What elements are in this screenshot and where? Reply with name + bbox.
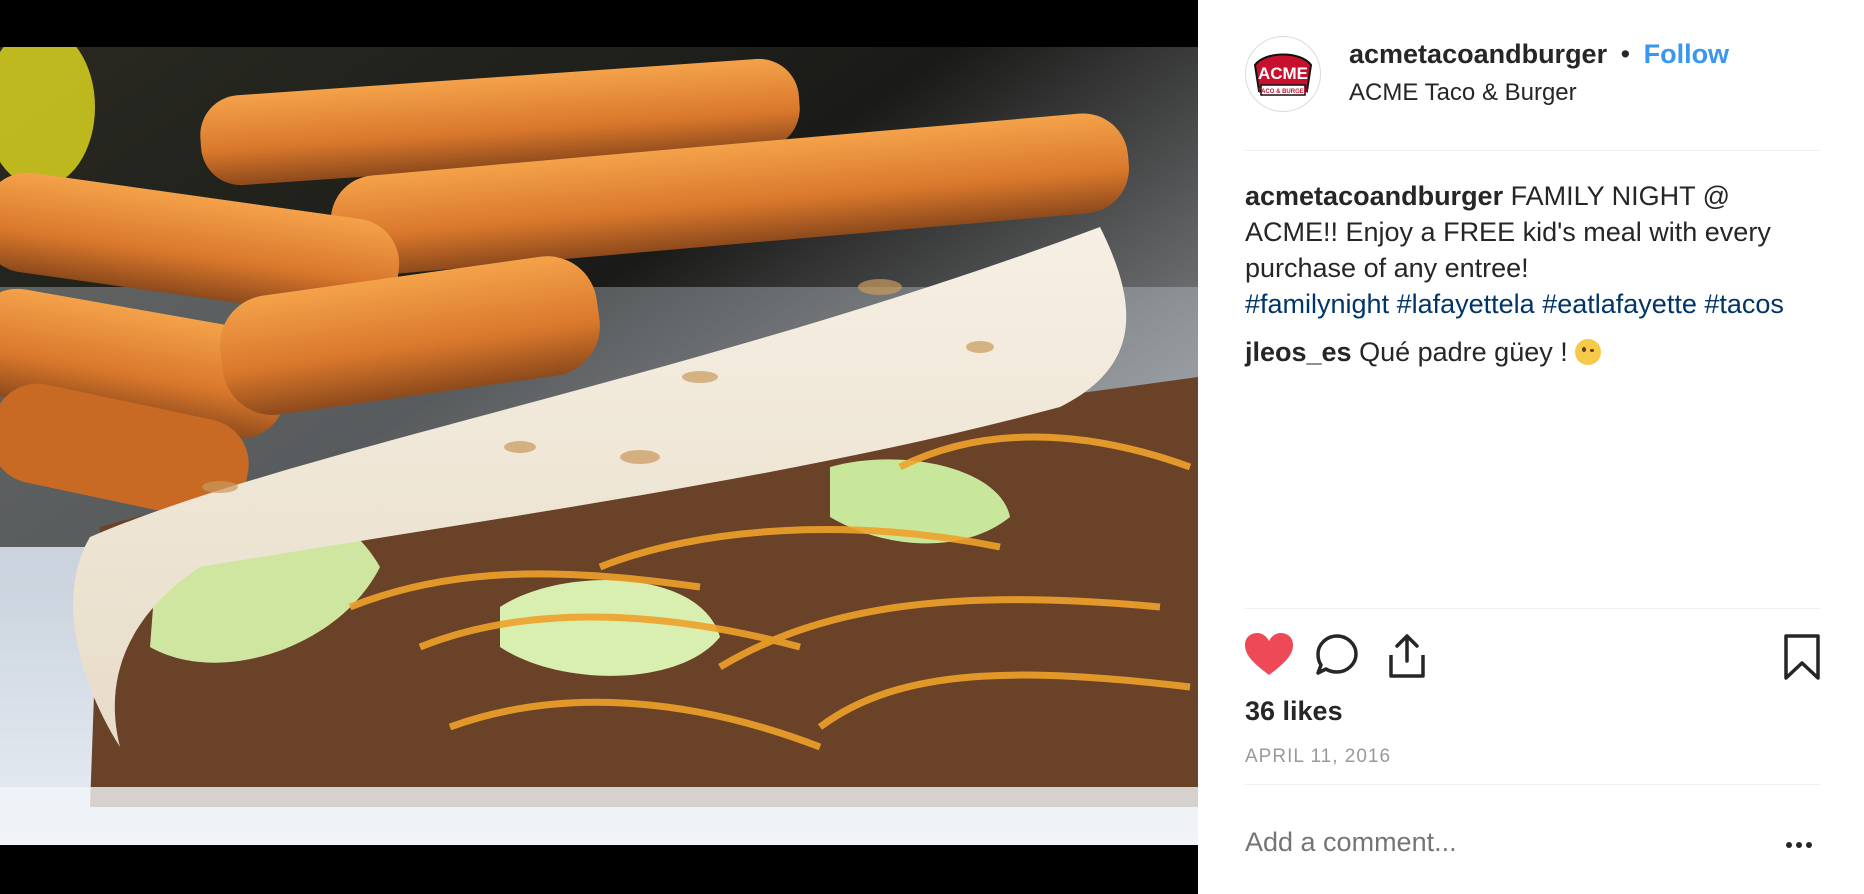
post-media [0, 0, 1198, 894]
author-username[interactable]: acmetacoandburger [1349, 39, 1607, 69]
winking-face-with-tongue-icon [1575, 339, 1602, 365]
share-icon[interactable] [1385, 633, 1429, 679]
action-bar [1245, 608, 1820, 703]
hashtag-link[interactable]: #familynight [1245, 289, 1389, 319]
comments-section: acmetacoandburger FAMILY NIGHT @ ACME!! … [1245, 178, 1820, 382]
comment-input[interactable] [1245, 827, 1725, 858]
comment-item: jleos_es Qué padre güey ! [1245, 334, 1820, 370]
comment-icon[interactable] [1315, 633, 1359, 677]
avatar[interactable]: ACME TACO & BURGER [1245, 36, 1321, 112]
post-sidebar: ACME TACO & BURGER acmetacoandburger • F… [1198, 0, 1864, 894]
separator-dot: • [1620, 39, 1631, 69]
likes-count[interactable]: 36 likes [1245, 696, 1343, 727]
more-options-icon[interactable] [1786, 835, 1816, 848]
heart-icon[interactable] [1245, 633, 1293, 677]
instagram-post: ACME TACO & BURGER acmetacoandburger • F… [0, 0, 1864, 894]
hashtag-link[interactable]: #tacos [1704, 289, 1784, 319]
hashtag-link[interactable]: #eatlafayette [1542, 289, 1697, 319]
hashtag-link[interactable]: #lafayettela [1397, 289, 1535, 319]
author-line: acmetacoandburger • Follow [1349, 39, 1729, 70]
post-photo[interactable] [0, 47, 1198, 845]
location-link[interactable]: ACME Taco & Burger [1349, 79, 1577, 107]
logo-text-bottom: TACO & BURGER [1258, 89, 1309, 95]
comment-username[interactable]: jleos_es [1245, 337, 1352, 367]
comment-text: Qué padre güey ! [1359, 337, 1568, 367]
post-header: ACME TACO & BURGER acmetacoandburger • F… [1245, 36, 1820, 151]
bookmark-icon[interactable] [1783, 633, 1821, 681]
post-date: APRIL 11, 2016 [1245, 746, 1392, 767]
add-comment-bar [1245, 784, 1820, 894]
caption-username[interactable]: acmetacoandburger [1245, 181, 1503, 211]
taco-photo [0, 47, 1198, 845]
acme-logo-icon: ACME TACO & BURGER [1253, 53, 1313, 96]
caption: acmetacoandburger FAMILY NIGHT @ ACME!! … [1245, 178, 1820, 322]
follow-button[interactable]: Follow [1644, 39, 1729, 69]
logo-text-top: ACME [1258, 64, 1308, 83]
